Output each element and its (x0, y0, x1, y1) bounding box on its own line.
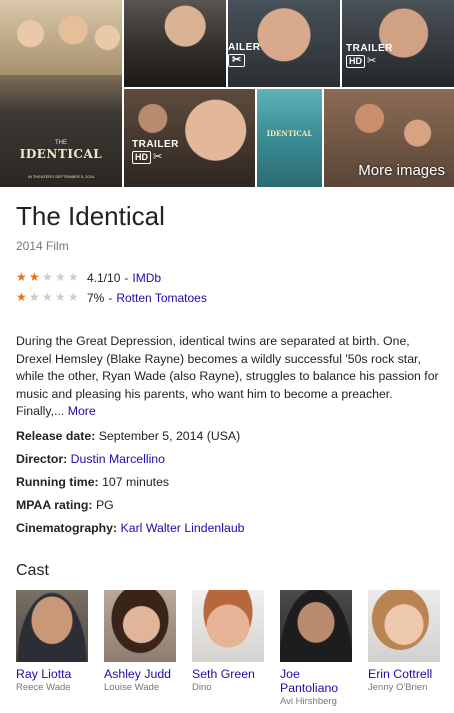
fact-label: Cinematography: (16, 521, 118, 535)
fact-label: Director: (16, 452, 68, 466)
cast-photo[interactable] (192, 590, 264, 662)
cast-name-link[interactable]: Joe Pantoliano (280, 667, 354, 695)
scissors-icon: ✂ (228, 54, 246, 67)
hd-badge: HD (346, 55, 365, 68)
star-icon: ★ (55, 270, 66, 284)
poster-faces (0, 0, 122, 75)
rating-row-rotten-tomatoes: ★ ★ ★ ★ ★ 7% - Rotten Tomatoes (16, 290, 207, 305)
fact-director: Director: Dustin Marcellino (16, 452, 165, 466)
gallery-trailer-2[interactable]: TRAILER HD ✂ (342, 0, 454, 87)
trailer-label: AILER (228, 42, 261, 53)
cinematographer-link[interactable]: Karl Walter Lindenlaub (121, 521, 245, 535)
poster-footer-text: IN THEATERS SEPTEMBER 5, 2014 (27, 174, 95, 179)
trailer-badge: TRAILER HD ✂ (132, 139, 179, 164)
trailer-badge: TRAILER HD ✂ (346, 43, 393, 68)
fact-value: PG (95, 498, 114, 512)
entity-title: The Identical (16, 201, 165, 231)
star-icon: ★ (16, 270, 27, 284)
cast-card[interactable]: Joe Pantoliano Avi Hirshberg (280, 590, 354, 708)
cast-card[interactable]: Erin Cottrell Jenny O'Brien (368, 590, 442, 694)
rating-source-link[interactable]: Rotten Tomatoes (116, 291, 207, 305)
gallery-trailer-3[interactable]: TRAILER HD ✂ (124, 89, 255, 187)
cast-photo[interactable] (16, 590, 88, 662)
star-icon: ★ (29, 270, 40, 284)
star-icon: ★ (42, 270, 53, 284)
fact-label: Running time: (16, 475, 99, 489)
separator: - (124, 270, 129, 285)
fact-label: Release date: (16, 429, 96, 443)
cast-photo[interactable] (280, 590, 352, 662)
star-rating-icon: ★ ★ ★ ★ ★ (16, 291, 81, 304)
fact-label: MPAA rating: (16, 498, 93, 512)
gallery-trailer-1[interactable]: AILER ✂ (228, 0, 340, 87)
mini-poster-title: IDENTICAL (266, 129, 313, 138)
star-icon: ★ (42, 290, 53, 304)
rating-score: 4.1/10 (87, 270, 121, 285)
gallery-image-more[interactable]: More images (324, 89, 454, 187)
fact-running-time: Running time: 107 minutes (16, 475, 169, 489)
trailer-label: TRAILER (346, 43, 393, 54)
trailer-label: TRAILER (132, 139, 179, 150)
cast-name-link[interactable]: Seth Green (192, 667, 266, 681)
gallery-image-1[interactable] (124, 0, 226, 87)
cast-card[interactable]: Ray Liotta Reece Wade (16, 590, 90, 694)
cast-photo[interactable] (104, 590, 176, 662)
cast-role: Jenny O'Brien (368, 682, 428, 693)
cast-name-link[interactable]: Ashley Judd (104, 667, 178, 681)
cast-role: Reece Wade (16, 682, 71, 693)
cast-card[interactable]: Ashley Judd Louise Wade (104, 590, 178, 694)
separator: - (108, 290, 113, 305)
description-more-link[interactable]: More (68, 404, 96, 418)
fact-value: 107 minutes (102, 475, 170, 489)
cast-role: Avi Hirshberg (280, 696, 337, 707)
star-icon: ★ (68, 270, 79, 284)
poster-the-text: THE (55, 140, 67, 146)
scissors-icon: ✂ (367, 55, 377, 67)
cast-photo[interactable] (368, 590, 440, 662)
movie-poster-image[interactable]: THE IDENTICAL IN THEATERS SEPTEMBER 5, 2… (0, 0, 122, 187)
cast-name-link[interactable]: Ray Liotta (16, 667, 90, 681)
cast-heading: Cast (16, 562, 49, 579)
star-rating-icon: ★ ★ ★ ★ ★ (16, 271, 81, 284)
star-icon: ★ (16, 290, 27, 304)
star-icon: ★ (68, 290, 79, 304)
description: During the Great Depression, identical t… (16, 333, 440, 421)
more-images-link[interactable]: More images (358, 162, 445, 179)
star-icon: ★ (55, 290, 66, 304)
entity-subtitle: 2014 Film (16, 239, 69, 253)
fact-value: September 5, 2014 (USA) (98, 429, 241, 443)
fact-release-date: Release date: September 5, 2014 (USA) (16, 429, 240, 443)
rating-row-imdb: ★ ★ ★ ★ ★ 4.1/10 - IMDb (16, 270, 161, 285)
fact-mpaa-rating: MPAA rating: PG (16, 498, 114, 512)
director-link[interactable]: Dustin Marcellino (71, 452, 165, 466)
cast-name-link[interactable]: Erin Cottrell (368, 667, 442, 681)
rating-source-link[interactable]: IMDb (132, 271, 161, 285)
gallery-image-mini-poster[interactable]: IDENTICAL (257, 89, 322, 187)
cast-role: Louise Wade (104, 682, 160, 693)
cast-role: Dino (192, 682, 212, 693)
fact-cinematography: Cinematography: Karl Walter Lindenlaub (16, 521, 245, 535)
poster-title-text: IDENTICAL (19, 147, 103, 161)
trailer-badge: AILER ✂ (228, 42, 261, 67)
cast-card[interactable]: Seth Green Dino (192, 590, 266, 694)
scissors-icon: ✂ (153, 151, 163, 163)
hd-badge: HD (132, 151, 151, 164)
image-gallery: THE IDENTICAL IN THEATERS SEPTEMBER 5, 2… (0, 0, 454, 187)
rating-score: 7% (87, 290, 105, 305)
star-icon: ★ (29, 290, 40, 304)
